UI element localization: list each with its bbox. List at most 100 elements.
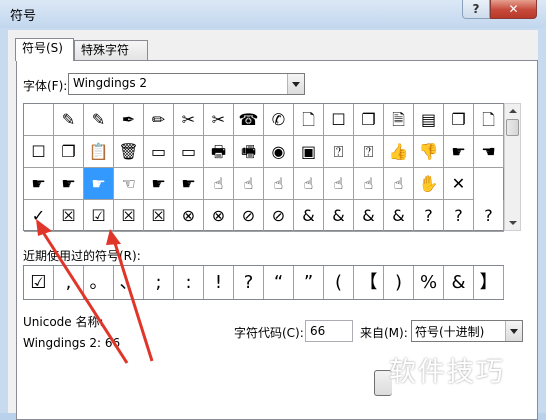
font-select-value: Wingdings 2 <box>73 76 148 90</box>
symbol-cell[interactable]: 🗋 <box>474 104 504 136</box>
symbol-cell[interactable]: ▭ <box>144 136 174 168</box>
recent-symbol-cell[interactable]: ) <box>384 266 414 299</box>
tab-special-characters[interactable]: 特殊字符(P) <box>74 40 148 76</box>
symbol-cell[interactable]: ✏ <box>144 104 174 136</box>
symbol-cell[interactable]: & <box>384 200 414 232</box>
symbol-cell[interactable]: ☛ <box>84 168 114 200</box>
symbol-cell[interactable]: ⊗ <box>204 200 234 232</box>
character-code-input[interactable]: 66 <box>305 320 353 342</box>
symbol-cell[interactable]: ☛ <box>174 168 204 200</box>
symbol-cell[interactable]: 🖷 <box>234 136 264 168</box>
symbol-cell[interactable]: ☑ <box>84 200 114 232</box>
font-select[interactable]: Wingdings 2 <box>68 73 305 95</box>
symbol-cell[interactable]: ✂ <box>174 104 204 136</box>
recent-symbol-cell[interactable]: ; <box>144 266 174 299</box>
symbol-cell[interactable]: ☛ <box>54 168 84 200</box>
symbol-cell[interactable]: ☝ <box>234 168 264 200</box>
symbol-cell[interactable]: ✒ <box>114 104 144 136</box>
symbol-cell[interactable]: ? <box>414 200 444 232</box>
recent-symbols-row[interactable]: ☑,。、;:!? “”(【)% &】 <box>23 265 504 300</box>
symbol-cell[interactable]: ⍰ <box>354 136 384 168</box>
symbol-grid[interactable]: ✎ ✎ ✒ ✏ ✂ ✂ ☎ ✆ 🗋 ☐ ❐ 🗎 ▤ ❐ 🗋 ☐ ❐ 📋 🗑 ▭ ▭ 🖶 🖷 ◉ ▣ ⍰ ⍰ 👍 👎 ☛ ☚ ☛ ☛ ☛ ☜ ☛ ☛ ☝ ☝ ☝… <box>23 103 504 232</box>
symbol-cell[interactable]: ☚ <box>474 136 504 168</box>
symbol-cell[interactable]: ✎ <box>54 104 84 136</box>
symbol-cell[interactable]: ☐ <box>324 104 354 136</box>
recent-symbol-cell[interactable]: 】 <box>474 266 504 299</box>
symbol-cell[interactable]: ☝ <box>354 168 384 200</box>
symbol-cell[interactable]: 🖶 <box>204 136 234 168</box>
recent-symbol-cell[interactable]: “ <box>264 266 294 299</box>
symbol-cell[interactable]: ☝ <box>204 168 234 200</box>
symbol-grid-scrollbar[interactable] <box>504 103 521 231</box>
recent-symbol-cell[interactable]: ? <box>234 266 264 299</box>
recent-symbol-cell[interactable]: 、 <box>114 266 144 299</box>
symbol-cell[interactable]: 🗋 <box>294 104 324 136</box>
recent-symbol-cell[interactable]: % <box>414 266 444 299</box>
recent-symbol-cell[interactable]: 。 <box>84 266 114 299</box>
scroll-thumb[interactable] <box>506 119 519 136</box>
symbol-cell[interactable]: ⍰ <box>324 136 354 168</box>
symbol-cell[interactable]: ✋ <box>414 168 444 200</box>
symbol-cell[interactable]: ⊘ <box>234 200 264 232</box>
symbol-cell[interactable]: 👎 <box>414 136 444 168</box>
close-button[interactable]: ✕ <box>490 0 537 19</box>
from-label: 来自(M): <box>360 326 408 340</box>
symbol-cell[interactable]: ✓ <box>24 200 54 232</box>
symbol-cell[interactable]: ? <box>444 200 474 232</box>
symbol-cell[interactable]: 👍 <box>384 136 414 168</box>
symbol-cell[interactable]: ☛ <box>144 168 174 200</box>
symbol-cell[interactable] <box>24 104 54 136</box>
recent-symbol-cell[interactable]: 【 <box>354 266 384 299</box>
symbol-cell[interactable]: ☒ <box>114 200 144 232</box>
recent-symbol-cell[interactable]: ! <box>204 266 234 299</box>
symbol-cell[interactable]: ❐ <box>354 104 384 136</box>
symbol-cell[interactable]: ✎ <box>84 104 114 136</box>
symbol-cell[interactable]: ✕ <box>444 168 474 200</box>
recent-symbol-cell[interactable]: , <box>54 266 84 299</box>
symbol-cell[interactable]: ▤ <box>414 104 444 136</box>
symbol-cell[interactable]: ☒ <box>144 200 174 232</box>
chevron-down-icon[interactable] <box>505 321 522 341</box>
symbol-cell[interactable]: & <box>354 200 384 232</box>
scroll-down-icon[interactable] <box>505 216 520 230</box>
character-name: Wingdings 2: 66 <box>23 336 121 350</box>
symbol-cell[interactable]: ☛ <box>24 168 54 200</box>
symbol-cell[interactable]: 📋 <box>84 136 114 168</box>
symbol-cell[interactable]: ☝ <box>294 168 324 200</box>
tab-symbols[interactable]: 符号(S) <box>15 38 74 61</box>
symbol-cell[interactable]: 🗎 <box>384 104 414 136</box>
symbol-cell[interactable]: ▣ <box>294 136 324 168</box>
symbol-cell[interactable]: & <box>294 200 324 232</box>
symbol-cell[interactable]: ◉ <box>264 136 294 168</box>
recent-symbol-cell[interactable]: & <box>444 266 474 299</box>
symbol-cell[interactable]: ? <box>474 200 504 232</box>
from-select-value: 符号(十进制) <box>415 325 485 339</box>
recent-symbol-cell[interactable]: ” <box>294 266 324 299</box>
symbol-cell[interactable]: ☝ <box>384 168 414 200</box>
scroll-up-icon[interactable] <box>505 104 520 118</box>
symbol-cell[interactable]: ☛ <box>444 136 474 168</box>
symbol-dialog: 符号 ? ✕ 符号(S) 特殊字符(P) 字体(F): Wingdings 2 … <box>0 0 546 420</box>
from-select[interactable]: 符号(十进制) <box>411 320 523 342</box>
symbol-cell[interactable]: & <box>324 200 354 232</box>
symbol-cell[interactable]: 🗑 <box>114 136 144 168</box>
symbol-cell[interactable]: ❐ <box>444 104 474 136</box>
symbol-cell[interactable]: ☝ <box>264 168 294 200</box>
symbol-cell[interactable]: ☝ <box>324 168 354 200</box>
symbol-cell[interactable]: ✆ <box>264 104 294 136</box>
character-code-label: 字符代码(C): <box>234 326 304 340</box>
symbol-cell[interactable]: ▭ <box>174 136 204 168</box>
symbol-cell[interactable]: ⊗ <box>174 200 204 232</box>
chevron-down-icon[interactable] <box>287 74 304 94</box>
symbol-cell[interactable]: ☐ <box>24 136 54 168</box>
recent-symbol-cell[interactable]: ☑ <box>24 266 54 299</box>
recent-symbol-cell[interactable]: : <box>174 266 204 299</box>
symbol-cell[interactable]: ❐ <box>54 136 84 168</box>
symbol-cell[interactable]: ☒ <box>54 200 84 232</box>
symbol-cell[interactable]: ☜ <box>114 168 144 200</box>
help-button[interactable]: ? <box>462 0 490 19</box>
symbol-cell[interactable]: ⊘ <box>264 200 294 232</box>
symbol-cell[interactable]: ✂ <box>204 104 234 136</box>
symbol-cell[interactable]: ☎ <box>234 104 264 136</box>
recent-symbol-cell[interactable]: ( <box>324 266 354 299</box>
